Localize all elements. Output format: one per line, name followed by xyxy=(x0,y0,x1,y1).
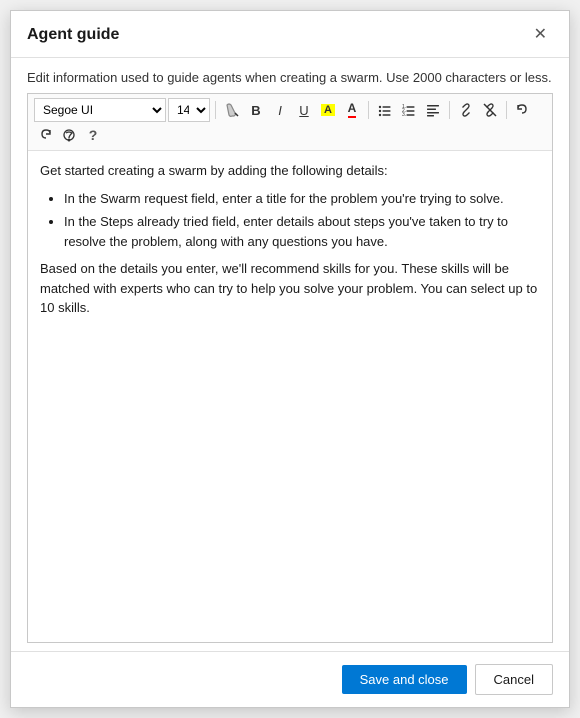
save-close-button[interactable]: Save and close xyxy=(342,665,467,694)
undo-button[interactable] xyxy=(512,99,534,121)
editor-bullet-2: In the Steps already tried field, enter … xyxy=(64,212,540,251)
editor-body-text: Based on the details you enter, we'll re… xyxy=(40,259,540,318)
dialog-header: Agent guide ✕ xyxy=(11,11,569,58)
clear-format-button[interactable] xyxy=(221,99,243,121)
highlight-button[interactable]: A xyxy=(317,99,339,121)
unlink-button[interactable] xyxy=(479,99,501,121)
font-color-button[interactable]: A xyxy=(341,99,363,121)
toolbar-divider-2 xyxy=(368,101,369,119)
bold-button[interactable]: B xyxy=(245,99,267,121)
close-button[interactable]: ✕ xyxy=(528,25,553,45)
cancel-button[interactable]: Cancel xyxy=(475,664,553,695)
dialog-description: Edit information used to guide agents wh… xyxy=(11,58,569,93)
dialog-footer: Save and close Cancel xyxy=(11,651,569,707)
agent-guide-dialog: Agent guide ✕ Edit information used to g… xyxy=(10,10,570,708)
font-size-select[interactable]: 14 891011 12161824 xyxy=(168,98,210,122)
align-button[interactable] xyxy=(422,99,444,121)
toolbar-divider-1 xyxy=(215,101,216,119)
toolbar-divider-3 xyxy=(449,101,450,119)
redo-button[interactable] xyxy=(34,124,56,146)
editor-intro: Get started creating a swarm by adding t… xyxy=(40,161,540,181)
numbered-list-button[interactable]: 1. 2. 3. xyxy=(398,99,420,121)
toolbar: Segoe UI Arial Times New Roman 14 891011… xyxy=(28,94,552,151)
editor-bullet-1: In the Swarm request field, enter a titl… xyxy=(64,189,540,209)
special-button[interactable] xyxy=(58,124,80,146)
editor-body[interactable]: Get started creating a swarm by adding t… xyxy=(28,151,552,642)
editor-container: Segoe UI Arial Times New Roman 14 891011… xyxy=(27,93,553,643)
dialog-title: Agent guide xyxy=(27,26,119,44)
underline-button[interactable]: U xyxy=(293,99,315,121)
link-button[interactable] xyxy=(455,99,477,121)
editor-list: In the Swarm request field, enter a titl… xyxy=(64,189,540,252)
font-family-select[interactable]: Segoe UI Arial Times New Roman xyxy=(34,98,166,122)
svg-text:3.: 3. xyxy=(402,112,406,117)
italic-button[interactable]: I xyxy=(269,99,291,121)
toolbar-divider-4 xyxy=(506,101,507,119)
help-button[interactable]: ? xyxy=(82,124,104,146)
bullet-list-button[interactable] xyxy=(374,99,396,121)
